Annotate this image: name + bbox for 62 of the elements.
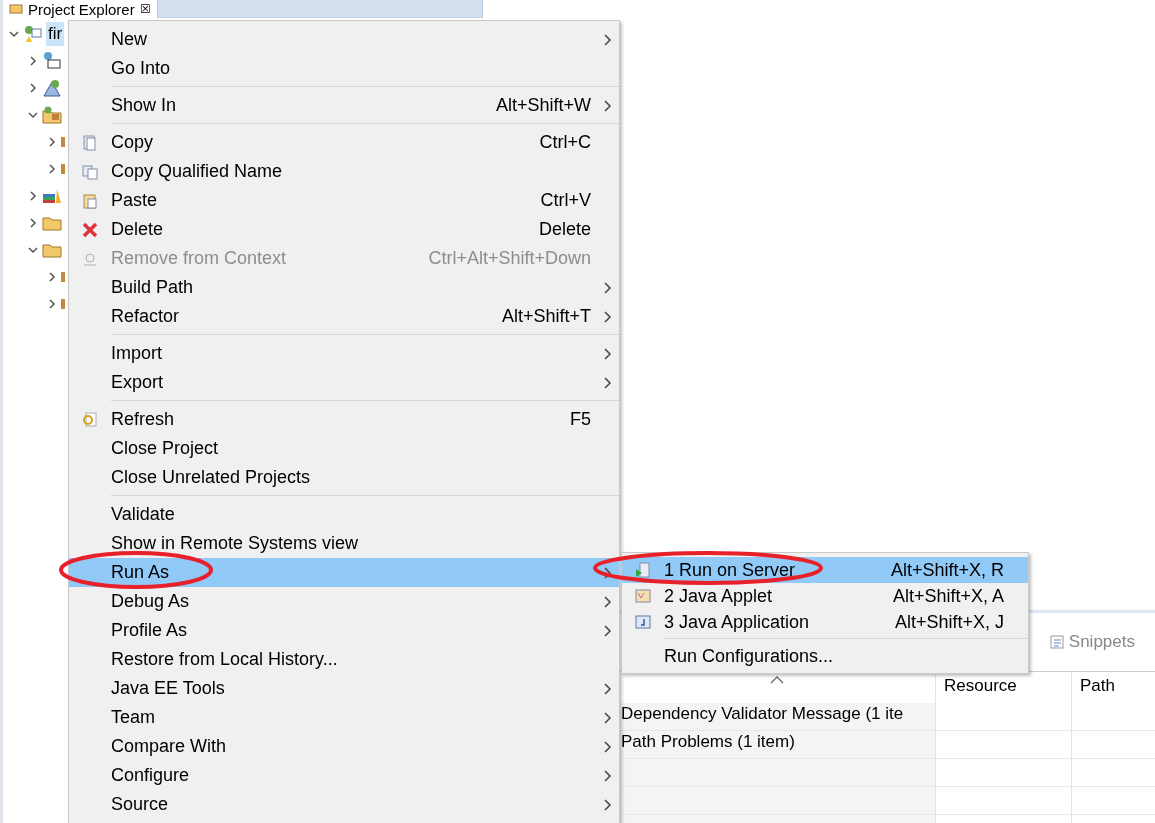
application-icon	[634, 613, 652, 631]
expand-chevron-icon[interactable]	[27, 54, 39, 67]
paste-icon	[81, 191, 99, 210]
tree-item[interactable]: fir	[46, 21, 65, 46]
expand-chevron-icon[interactable]	[27, 189, 39, 202]
delete-icon	[81, 220, 99, 239]
project-icon	[23, 23, 43, 44]
panel-title[interactable]: Project Explorer	[28, 0, 135, 18]
menu-item[interactable]: Show In Alt+Shift+W	[69, 91, 619, 120]
menu-item[interactable]: Go Into	[69, 54, 619, 83]
descriptor-icon	[42, 50, 62, 71]
menu-item[interactable]: 3 Java Application Alt+Shift+X, J	[622, 609, 1028, 635]
folder-icon	[9, 4, 23, 14]
snippets-icon	[1048, 634, 1065, 650]
expand-chevron-icon[interactable]	[46, 135, 58, 148]
menu-item[interactable]: Import	[69, 339, 619, 368]
expand-chevron-icon[interactable]	[46, 297, 58, 310]
menu-item[interactable]: 2 Java Applet Alt+Shift+X, A	[622, 583, 1028, 609]
expand-chevron-icon[interactable]	[46, 270, 58, 283]
item-icon	[61, 134, 65, 149]
refresh-icon	[81, 410, 99, 429]
menu-item[interactable]: Compare With	[69, 732, 619, 761]
applet-icon	[634, 587, 652, 605]
expand-chevron-icon[interactable]	[27, 216, 39, 229]
menu-item[interactable]: Close Unrelated Projects	[69, 463, 619, 492]
menu-item[interactable]: Run Configurations...	[622, 643, 1028, 669]
menu-item[interactable]: Copy Ctrl+C	[69, 128, 619, 157]
panel-tab[interactable]: Snippets	[1048, 632, 1135, 652]
expand-chevron-icon[interactable]	[46, 162, 58, 175]
service-icon	[42, 77, 62, 98]
expand-chevron-icon[interactable]	[27, 81, 39, 94]
menu-item[interactable]: Debug As	[69, 587, 619, 616]
copy-icon	[81, 133, 99, 152]
menu-item[interactable]: Close Project	[69, 434, 619, 463]
item-icon	[61, 161, 65, 176]
menu-item[interactable]: Delete Delete	[69, 215, 619, 244]
menu-item[interactable]: Team	[69, 703, 619, 732]
menu-item[interactable]: New	[69, 25, 619, 54]
sort-ascending-icon	[770, 676, 784, 684]
menu-item[interactable]: Copy Qualified Name	[69, 157, 619, 186]
menu-item[interactable]: 1 Run on Server Alt+Shift+X, R	[622, 557, 1028, 583]
item-icon	[61, 269, 65, 284]
menu-item[interactable]: Java EE Tools	[69, 674, 619, 703]
table-cell: Path Problems (1 item)	[618, 731, 935, 759]
menu-item[interactable]: Restore from Local History...	[69, 645, 619, 674]
menu-item[interactable]: Refactor Alt+Shift+T	[69, 302, 619, 331]
close-button[interactable]: ☒	[139, 2, 151, 16]
menu-item[interactable]: Build Path	[69, 273, 619, 302]
menu-item[interactable]: Validate	[69, 500, 619, 529]
menu-item[interactable]: Export	[69, 368, 619, 397]
menu-item[interactable]: Source	[69, 790, 619, 819]
menu-item[interactable]: Refresh F5	[69, 405, 619, 434]
copy-icon	[81, 162, 99, 181]
table-cell: Dependency Validator Message (1 ite	[618, 703, 935, 731]
menu-item[interactable]: Paste Ctrl+V	[69, 186, 619, 215]
package-folder-icon	[42, 104, 62, 125]
item-icon	[61, 296, 65, 311]
menu-item[interactable]: Run As	[69, 558, 619, 587]
menu-item[interactable]: Profile As	[69, 616, 619, 645]
menu-item[interactable]: Show in Remote Systems view	[69, 529, 619, 558]
menu-item[interactable]: Configure	[69, 761, 619, 790]
server-run-icon	[634, 561, 652, 579]
